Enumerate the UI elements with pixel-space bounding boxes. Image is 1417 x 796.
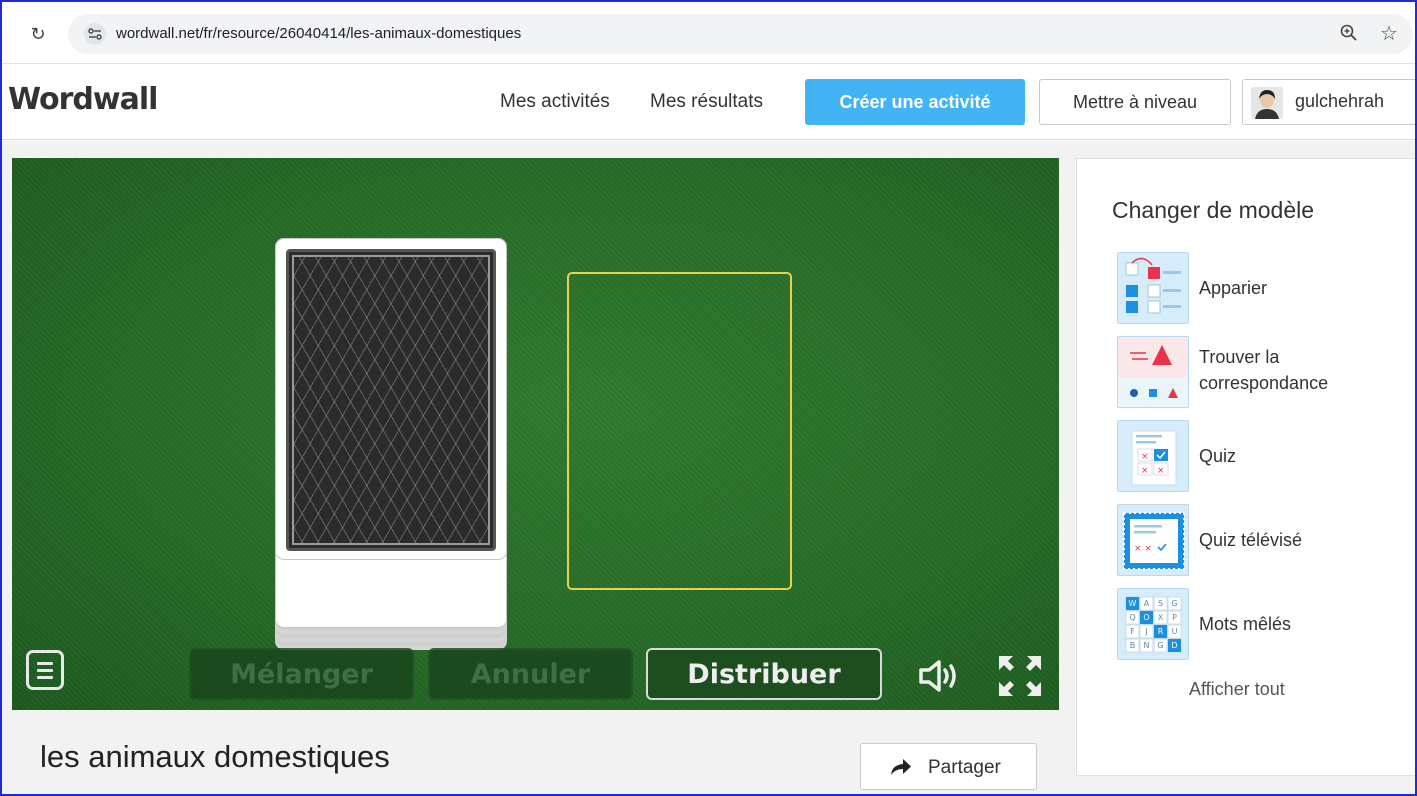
game-area[interactable]: Mélanger Annuler Distribuer	[12, 158, 1059, 710]
svg-text:G: G	[1157, 641, 1163, 650]
template-label: Mots mêlés	[1199, 614, 1292, 634]
deal-target-slot	[567, 272, 792, 590]
match-up-icon	[1117, 252, 1189, 324]
undo-button[interactable]: Annuler	[428, 648, 633, 700]
browser-address-bar: ↻ wordwall.net/fr/resource/26040414/les-…	[2, 2, 1415, 64]
share-label: Partager	[928, 757, 1001, 778]
shuffle-button[interactable]: Mélanger	[189, 648, 414, 700]
svg-text:N: N	[1144, 641, 1150, 650]
quiz-icon: × × ×	[1117, 420, 1189, 492]
template-item-match-up[interactable]: Apparier	[1117, 252, 1407, 326]
template-label: Trouver la correspondance	[1199, 347, 1329, 393]
find-match-icon	[1117, 336, 1189, 408]
deal-button[interactable]: Distribuer	[646, 648, 882, 700]
nav-my-activities[interactable]: Mes activités	[500, 91, 610, 113]
card-deck[interactable]	[275, 238, 507, 628]
svg-text:×: ×	[1141, 466, 1149, 476]
fullscreen-icon[interactable]	[995, 652, 1045, 705]
show-all-link[interactable]: Afficher tout	[1189, 679, 1285, 700]
reload-icon[interactable]: ↻	[28, 24, 48, 44]
svg-text:G: G	[1171, 599, 1177, 608]
create-activity-button[interactable]: Créer une activité	[805, 79, 1025, 125]
svg-text:B: B	[1130, 641, 1136, 650]
svg-text:O: O	[1143, 613, 1149, 622]
svg-text:Q: Q	[1129, 613, 1135, 622]
template-item-gameshow-quiz[interactable]: × × Quiz télévisé	[1117, 504, 1407, 578]
svg-text:U: U	[1172, 627, 1178, 636]
avatar	[1251, 87, 1283, 119]
svg-text:X: X	[1158, 613, 1164, 622]
activity-title: les animaux domestiques	[40, 739, 390, 774]
url-field[interactable]: wordwall.net/fr/resource/26040414/les-an…	[68, 14, 1413, 54]
gameshow-quiz-icon: × ×	[1117, 504, 1189, 576]
svg-text:S: S	[1158, 599, 1163, 608]
url-text: wordwall.net/fr/resource/26040414/les-an…	[116, 25, 522, 42]
wordsearch-icon: WASG QOXP FJRU BNGD	[1117, 588, 1189, 660]
svg-text:P: P	[1172, 613, 1177, 622]
svg-text:×: ×	[1141, 452, 1149, 462]
upgrade-button[interactable]: Mettre à niveau	[1039, 79, 1231, 125]
template-item-wordsearch[interactable]: WASG QOXP FJRU BNGD Mots mêlés	[1117, 588, 1407, 662]
zoom-icon[interactable]	[1340, 24, 1358, 47]
template-label: Quiz télévisé	[1199, 530, 1303, 550]
user-menu-button[interactable]: gulchehrah	[1242, 79, 1417, 125]
star-icon[interactable]: ☆	[1380, 21, 1398, 46]
template-label: Apparier	[1199, 278, 1268, 298]
svg-text:A: A	[1144, 599, 1150, 608]
share-button[interactable]: Partager	[860, 743, 1037, 790]
svg-text:R: R	[1158, 627, 1164, 636]
svg-text:W: W	[1129, 599, 1137, 608]
svg-text:×: ×	[1157, 466, 1165, 476]
svg-text:J: J	[1144, 627, 1147, 636]
deck-top-card[interactable]	[275, 238, 507, 560]
card-back-pattern	[286, 249, 496, 551]
template-label: Quiz	[1199, 446, 1237, 466]
svg-text:× ×: × ×	[1134, 544, 1152, 554]
game-menu-button[interactable]	[26, 650, 64, 690]
svg-text:D: D	[1171, 641, 1177, 650]
username: gulchehrah	[1295, 91, 1385, 111]
sound-icon[interactable]	[917, 657, 965, 700]
wordwall-logo[interactable]: Wordwall	[8, 82, 158, 117]
template-sidebar: Changer de modèle Apparier Trouver la co…	[1076, 158, 1415, 776]
nav-my-results[interactable]: Mes résultats	[650, 91, 763, 113]
site-settings-icon[interactable]	[84, 23, 106, 45]
svg-text:F: F	[1130, 627, 1135, 636]
sidebar-title: Changer de modèle	[1112, 197, 1315, 223]
site-header: Wordwall Mes activités Mes résultats Cré…	[2, 64, 1417, 140]
template-item-quiz[interactable]: × × × Quiz	[1117, 420, 1407, 494]
template-item-find-match[interactable]: Trouver la correspondance	[1117, 336, 1407, 410]
share-arrow-icon	[889, 757, 913, 782]
